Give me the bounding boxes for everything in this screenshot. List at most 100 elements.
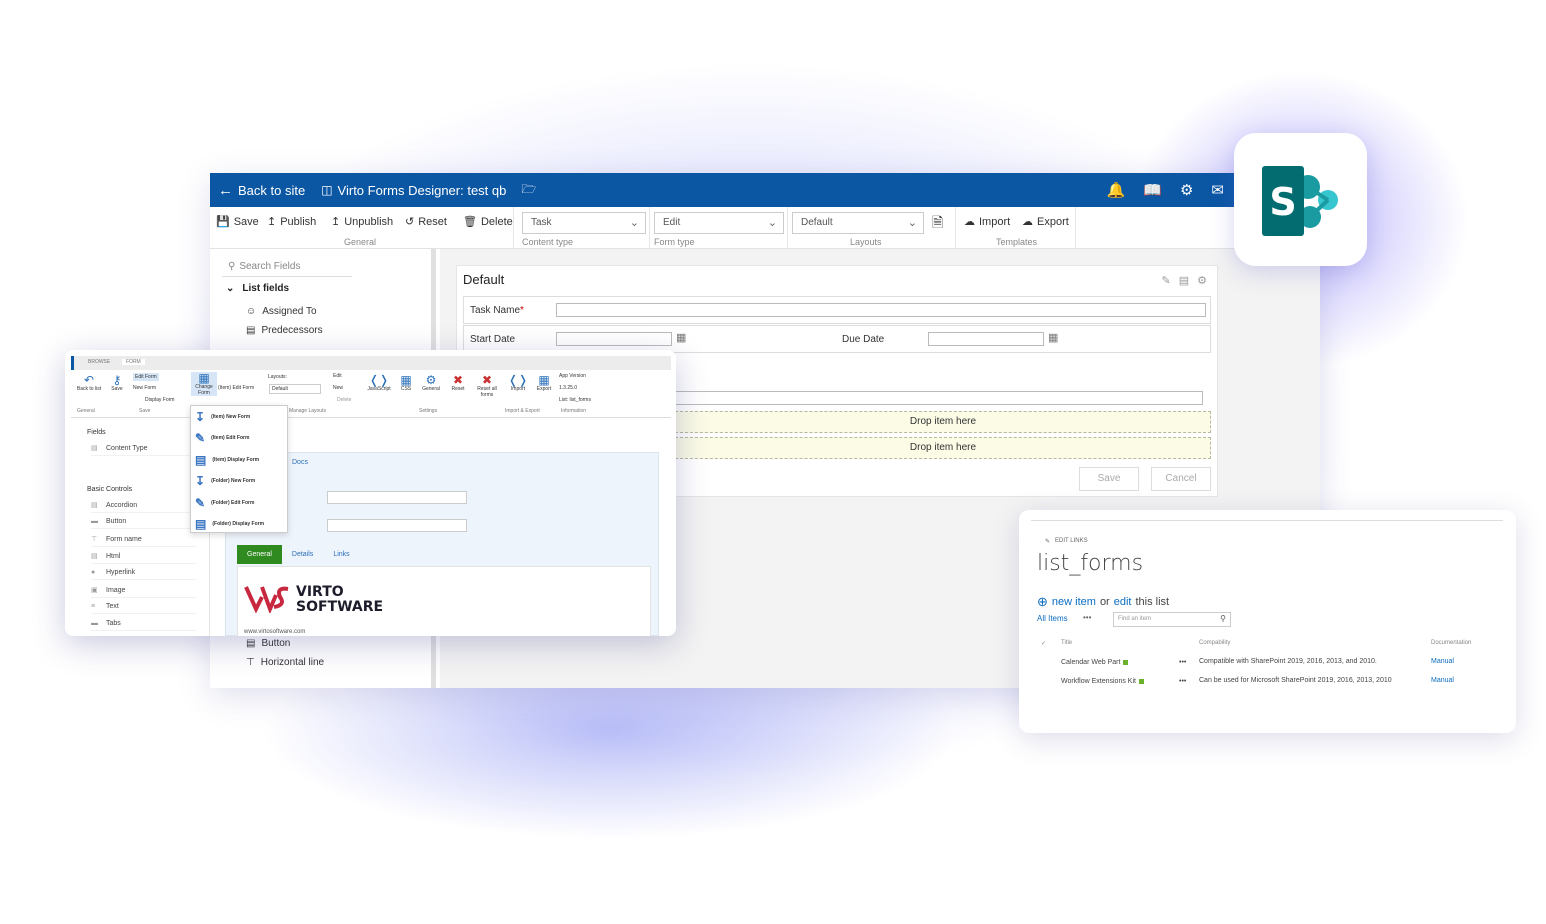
list-fields-header[interactable]: ⌄ List fields [226,283,289,294]
edit-links-button[interactable]: ✎ EDIT LINKS [1045,538,1088,545]
layouts-select[interactable]: Default ⌄ [792,212,924,234]
general-settings-button[interactable]: ⚙ General [419,373,443,393]
control-item[interactable]: ▣ Image [91,586,197,598]
back-to-list-button[interactable]: ↶ Back to list [75,373,103,393]
layout-icon[interactable]: ▤ [1179,274,1189,287]
form-save-button[interactable]: Save [1079,467,1139,491]
start-date-input[interactable] [556,332,672,346]
tab-browse[interactable]: BROWSE [88,359,110,365]
classic-export-button[interactable]: ▦ Export [533,373,555,393]
row-title[interactable]: Workflow Extensions Kit [1061,678,1144,685]
chevron-down-icon: ⌄ [767,217,777,229]
gear-icon[interactable]: ⚙ [1180,181,1193,199]
calendar-icon[interactable]: ▦ [676,331,686,344]
field-item[interactable]: ☺ Assigned To [246,306,317,317]
menu-item[interactable]: ▤ (Item) Display Form [195,453,259,467]
control-item[interactable]: ⊤ Form name [91,535,197,547]
export-button[interactable]: ☁ Export [1022,215,1069,229]
layout-delete-button[interactable]: Delete [337,397,351,403]
all-items-view[interactable]: All Items [1037,614,1068,623]
form-cancel-button[interactable]: Cancel [1151,467,1211,491]
due-date-input[interactable] [928,332,1044,346]
tab-details[interactable]: Details [282,545,323,564]
layout-new-button[interactable]: New [333,385,343,391]
reset-all-forms-button[interactable]: ✖ Reset all forms [473,373,501,398]
task-name-input[interactable] [556,303,1206,317]
docs-tab[interactable]: Docs [292,459,308,466]
chat-icon[interactable]: ✉ [1211,181,1224,199]
control-item[interactable]: ▤ Content Type [91,444,197,456]
reset-button[interactable]: ↺ Reset [405,215,447,229]
form-type-select[interactable]: Edit ⌄ [654,212,784,234]
classic-save-button[interactable]: ⚷ Save [107,373,127,393]
css-button[interactable]: ▦ CSS [397,373,415,393]
hidden-input[interactable] [675,391,1203,405]
list-forms-card: ✎ EDIT LINKS list_forms ⊕ new item or edi… [1019,510,1516,733]
bell-icon[interactable]: 🔔 [1107,181,1126,199]
gear-icon[interactable]: ⚙ [1197,274,1207,287]
select-all-checkbox[interactable]: ✓ [1041,640,1046,647]
plus-circle-icon[interactable]: ⊕ [1037,594,1048,610]
pencil-icon: ✎ [1045,539,1051,545]
menu-item[interactable]: ▤ (Folder) Display Form [195,517,264,531]
search-icon[interactable]: ⚲ [1220,614,1226,623]
back-to-site-link[interactable]: ← Back to site [218,182,305,199]
change-form-button[interactable]: ▦ Change Form [191,371,217,397]
column-header-documentation[interactable]: Documentation [1431,640,1471,646]
save-button[interactable]: 💾 Save [216,215,259,229]
drop-zone[interactable]: Drop item here [675,437,1211,459]
tab-general[interactable]: General [237,545,282,564]
reset-icon: ↺ [405,216,415,228]
layout-edit-button[interactable]: Edit [333,373,342,379]
search-fields-input[interactable]: ⚲ Search Fields [222,257,352,277]
book-icon[interactable]: 📖 [1143,181,1162,199]
row-menu-button[interactable]: ••• [1179,678,1186,685]
column-header-title[interactable]: Title [1061,640,1072,646]
menu-item[interactable]: ↧ (Item) New Form [195,410,250,424]
control-item[interactable]: ▤ Html [91,552,197,564]
edit-form-button[interactable]: Edit Form [133,373,159,381]
control-item[interactable]: ● Hyperlink [91,569,197,580]
classic-reset-button[interactable]: ✖ Reset [447,373,469,393]
menu-item[interactable]: ↧ (Folder) New Form [195,474,255,488]
row-manual-link[interactable]: Manual [1431,658,1454,665]
field-item[interactable]: ▤ Button [246,638,290,649]
field-item[interactable]: ▤ Predecessors [246,325,323,336]
display-form-button[interactable]: Display Form [145,397,174,403]
edit-icon[interactable]: ✎ [1162,274,1171,287]
new-form-button[interactable]: New Form [133,385,156,391]
find-item-input[interactable]: Find an item ⚲ [1113,612,1231,627]
field-item[interactable]: ⊤ Horizontal line [246,657,324,668]
javascript-button[interactable]: ❬❭ JavaScript [365,373,393,393]
classic-import-button[interactable]: ❬❭ Import [507,373,529,393]
control-item[interactable]: ▬ Tabs [91,620,197,631]
folder-open-icon[interactable]: 🗁 [521,180,536,201]
content-type-select[interactable]: Task ⌄ [522,212,646,234]
search-icon: ⚲ [228,261,236,272]
column-header-compatibility[interactable]: Compability [1199,640,1230,646]
new-item-link[interactable]: new item [1052,596,1096,608]
menu-item[interactable]: ✎ (Folder) Edit Form [195,496,254,510]
calendar-icon[interactable]: ▦ [1048,331,1058,344]
tab-links[interactable]: Links [323,545,359,564]
drop-zone[interactable]: Drop item here [675,411,1211,433]
control-item[interactable]: ▤ Accordion [91,501,197,513]
delete-button[interactable]: 🗑 Delete [463,215,513,229]
unpublish-button[interactable]: ↥ Unpublish [331,215,393,229]
form-input[interactable] [327,519,467,532]
view-options-button[interactable]: ••• [1083,613,1091,622]
publish-button[interactable]: ↥ Publish [267,215,316,229]
new-layout-button[interactable]: 🗎 [932,212,943,236]
tab-form[interactable]: FORM [122,359,145,365]
menu-item[interactable]: ✎ (Item) Edit Form [195,431,249,445]
classic-layouts-select[interactable]: Default [269,384,321,394]
form-input[interactable] [327,491,467,504]
control-item[interactable]: ≡ Text [91,603,197,614]
control-item[interactable]: ▬ Button [91,518,197,529]
row-manual-link[interactable]: Manual [1431,677,1454,684]
row-title[interactable]: Calendar Web Part [1061,659,1129,666]
row-menu-button[interactable]: ••• [1179,659,1186,666]
row-compat: Can be used for Microsoft SharePoint 201… [1199,677,1392,684]
edit-list-link[interactable]: edit [1114,596,1132,608]
import-button[interactable]: ☁ Import [964,215,1010,229]
